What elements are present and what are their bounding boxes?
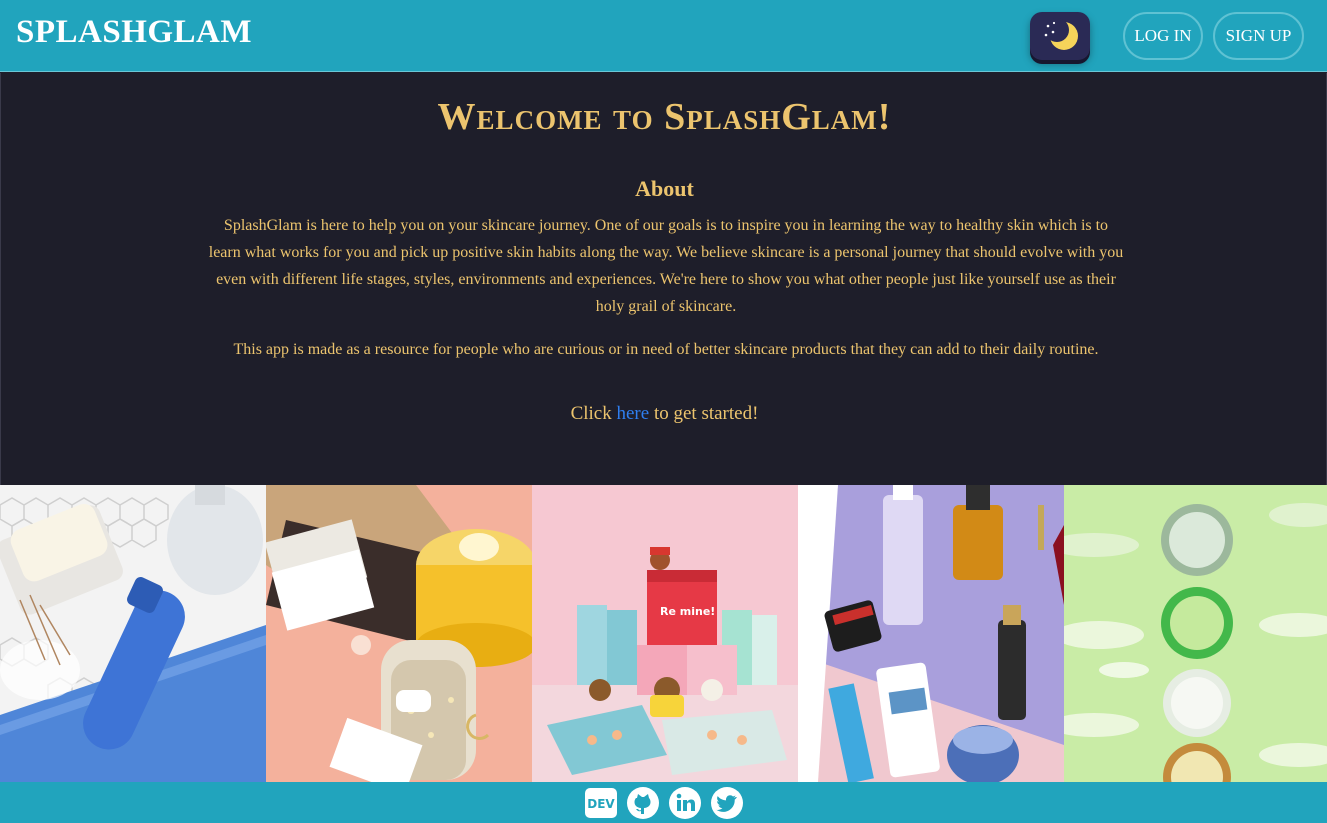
cleansing-balm-image [266, 485, 532, 782]
sunscreen-tiles-image [0, 485, 266, 782]
cta-prefix: Click [570, 403, 617, 424]
page-title: Welcome to SplashGlam! [437, 96, 892, 138]
footer: DEV [0, 782, 1327, 823]
about-heading: About [635, 176, 694, 201]
box-label: Re mine! [660, 605, 715, 618]
dev-icon[interactable]: DEV [584, 786, 618, 820]
moon-icon [1044, 18, 1078, 50]
signup-button[interactable]: SIGN UP [1213, 12, 1304, 60]
about-paragraph: SplashGlam is here to help you on your s… [208, 217, 1124, 315]
linkedin-icon[interactable] [668, 786, 702, 820]
github-icon[interactable] [626, 786, 660, 820]
about-section: Welcome to SplashGlam! About SplashGlam … [0, 73, 1327, 485]
get-started-text: Click here to get started! [1, 403, 1327, 425]
top-navbar: SPLASHGLAM LOG IN SIGN UP [0, 0, 1327, 72]
get-started-link[interactable]: here [617, 403, 650, 424]
brand-logo[interactable]: SPLASHGLAM [16, 14, 252, 51]
svg-text:DEV: DEV [587, 797, 615, 811]
line-friends-set-image: Re mine! [532, 485, 798, 782]
product-gallery: Re mine! [0, 485, 1327, 782]
skincare-bottles-image [798, 485, 1064, 782]
theme-toggle-button[interactable] [1030, 12, 1090, 60]
cta-suffix: to get started! [649, 403, 759, 424]
login-button[interactable]: LOG IN [1123, 12, 1203, 60]
twitter-icon[interactable] [710, 786, 744, 820]
app-purpose-paragraph: This app is made as a resource for peopl… [233, 341, 1099, 358]
cream-jars-image [1064, 485, 1327, 782]
